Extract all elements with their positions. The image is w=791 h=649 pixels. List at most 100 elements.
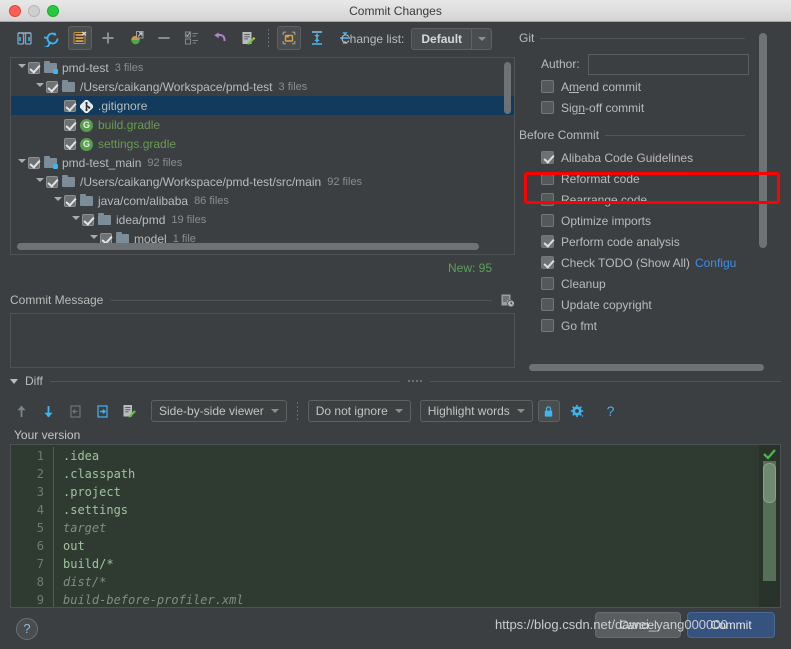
tree-row-count: 92 files — [327, 175, 363, 188]
diff-pane-title: Your version — [14, 428, 81, 442]
before-commit-option-row[interactable]: Check TODO (Show All) Configu — [541, 252, 751, 273]
git-file-icon — [80, 99, 94, 113]
before-commit-option-row[interactable]: Go fmt — [541, 315, 751, 336]
add-icon[interactable] — [96, 26, 120, 50]
splitter-grip[interactable] — [407, 378, 424, 384]
option-checkbox[interactable] — [541, 256, 554, 269]
git-option-row[interactable]: Amend commit — [541, 76, 749, 97]
option-label: Rearrange code — [561, 192, 648, 207]
tree-row[interactable]: .gitignore — [11, 96, 514, 115]
tree-horizontal-scrollbar[interactable] — [17, 243, 479, 250]
question-mark-icon[interactable]: ? — [600, 400, 622, 422]
tree-row[interactable]: idea/pmd 19 files — [11, 210, 514, 229]
commit-message-input[interactable] — [10, 313, 515, 368]
help-button[interactable]: ? — [16, 618, 38, 640]
lock-icon[interactable] — [537, 400, 560, 422]
minus-icon[interactable] — [152, 26, 176, 50]
folder-icon — [62, 174, 76, 189]
before-commit-option-row[interactable]: Optimize imports — [541, 210, 751, 231]
tree-expand-toggle[interactable] — [15, 58, 28, 77]
toolbar-separator — [268, 29, 269, 47]
option-checkbox[interactable] — [541, 214, 554, 227]
before-commit-option-row[interactable]: Rearrange code — [541, 189, 751, 210]
diff-vertical-scrollbar[interactable] — [763, 463, 776, 503]
tree-row[interactable]: /Users/caikang/Workspace/pmd-test/src/ma… — [11, 172, 514, 191]
tree-row-checkbox[interactable] — [28, 61, 40, 74]
option-checkbox[interactable] — [541, 319, 554, 332]
tree-expand-toggle[interactable] — [33, 172, 46, 191]
tree-expand-toggle[interactable] — [33, 77, 46, 96]
tree-row-checkbox[interactable] — [64, 118, 76, 131]
git-panel-horizontal-scrollbar[interactable] — [529, 364, 764, 371]
option-checkbox[interactable] — [541, 80, 554, 93]
git-panel-vertical-scrollbar[interactable] — [759, 33, 767, 248]
select-all-icon[interactable] — [180, 26, 204, 50]
option-checkbox[interactable] — [541, 235, 554, 248]
gear-icon[interactable] — [567, 400, 589, 422]
tree-row[interactable]: pmd-test 3 files — [11, 58, 514, 77]
tree-row[interactable]: /Users/caikang/Workspace/pmd-test 3 files — [11, 77, 514, 96]
delete-changelist-icon[interactable] — [68, 26, 92, 50]
group-by-directory-icon[interactable] — [277, 26, 301, 50]
changelist-dropdown[interactable]: Default — [411, 28, 493, 50]
before-commit-option-row[interactable]: Reformat code — [541, 168, 751, 189]
diff-line-number: 5 — [36, 521, 44, 535]
viewer-mode-dropdown[interactable]: Side-by-side viewer — [151, 400, 287, 422]
apply-change-icon[interactable] — [91, 400, 113, 422]
commit-message-label: Commit Message — [10, 293, 104, 307]
tree-row-checkbox[interactable] — [46, 80, 58, 93]
diff-section-header[interactable]: Diff — [10, 374, 782, 388]
revert-icon[interactable] — [208, 26, 232, 50]
edit-source-icon[interactable] — [118, 400, 140, 422]
move-to-changelist-icon[interactable] — [124, 26, 148, 50]
diff-gutter-bar — [53, 537, 54, 555]
tree-row[interactable]: Gsettings.gradle — [11, 134, 514, 153]
diff-gutter-bar — [53, 555, 54, 573]
tree-row-checkbox[interactable] — [82, 213, 94, 226]
diff-content-pane[interactable]: 1 .idea 2 .classpath 3 .project 4 .settings 5 tar… — [10, 444, 781, 608]
edit-source-icon[interactable] — [236, 26, 260, 50]
author-input[interactable] — [587, 53, 749, 75]
before-commit-option-row[interactable]: Cleanup — [541, 273, 751, 294]
tree-row-checkbox[interactable] — [46, 175, 58, 188]
previous-difference-icon[interactable] — [10, 400, 32, 422]
revert-change-icon[interactable] — [64, 400, 86, 422]
configure-link[interactable]: Configu — [695, 256, 736, 270]
option-checkbox[interactable] — [541, 172, 554, 185]
diff-line-text: build/* — [63, 557, 114, 571]
before-commit-option-row[interactable]: Update copyright — [541, 294, 751, 315]
option-label: Sign-off commit — [561, 100, 645, 115]
rollback-icon[interactable] — [40, 26, 64, 50]
option-checkbox[interactable] — [541, 151, 554, 164]
option-checkbox[interactable] — [541, 277, 554, 290]
tree-expand-toggle[interactable] — [51, 191, 64, 210]
tree-row-checkbox[interactable] — [64, 194, 76, 207]
git-option-row[interactable]: Sign-off commit — [541, 97, 749, 118]
refresh-changes-icon[interactable] — [12, 26, 36, 50]
tree-row-checkbox[interactable] — [64, 137, 76, 150]
expand-all-icon[interactable] — [305, 26, 329, 50]
tree-row-checkbox[interactable] — [64, 99, 76, 112]
toolbar-separator — [296, 402, 298, 420]
before-commit-option-row[interactable]: Alibaba Code Guidelines — [541, 147, 751, 168]
commit-history-icon[interactable] — [500, 293, 515, 308]
tree-vertical-scrollbar[interactable] — [504, 62, 511, 114]
highlight-mode-dropdown[interactable]: Highlight words — [419, 400, 533, 422]
before-commit-option-row[interactable]: Perform code analysis — [541, 231, 751, 252]
chevron-down-icon[interactable] — [10, 378, 18, 384]
changed-files-tree[interactable]: pmd-test 3 files/Users/caikang/Workspace/… — [10, 57, 515, 255]
option-checkbox[interactable] — [541, 193, 554, 206]
option-checkbox[interactable] — [541, 101, 554, 114]
tree-row[interactable]: Gbuild.gradle — [11, 115, 514, 134]
option-checkbox[interactable] — [541, 298, 554, 311]
tree-row-checkbox[interactable] — [28, 156, 40, 169]
tree-row[interactable]: pmd-test_main 92 files — [11, 153, 514, 172]
tree-expand-toggle[interactable] — [15, 153, 28, 172]
diff-line-number: 4 — [36, 503, 44, 517]
ignore-mode-dropdown[interactable]: Do not ignore — [307, 400, 411, 422]
chevron-down-icon — [516, 409, 525, 413]
next-difference-icon[interactable] — [37, 400, 59, 422]
tree-row[interactable]: java/com/alibaba 86 files — [11, 191, 514, 210]
diff-scrollbar-track[interactable] — [759, 445, 780, 607]
tree-expand-toggle[interactable] — [69, 210, 82, 229]
